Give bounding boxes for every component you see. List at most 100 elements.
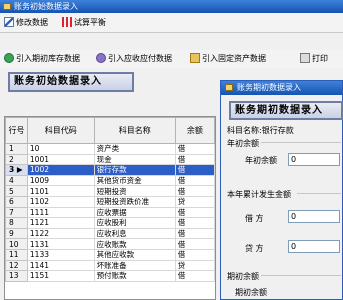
table-row[interactable]: 2 1001 现金借 bbox=[5, 153, 215, 166]
account-code-cell[interactable]: 1151 bbox=[26, 270, 95, 282]
table-row[interactable]: 11 1133 其他应收款借 bbox=[5, 248, 215, 261]
row-number-cell[interactable]: 8 bbox=[5, 217, 28, 229]
import-icon bbox=[96, 53, 106, 63]
import-toolbar: 引入期初库存数据 引入应收应付数据 引入固定资产数据 打印 bbox=[0, 50, 343, 68]
account-name-cell[interactable]: 预付账款 bbox=[93, 270, 176, 282]
account-name-cell[interactable]: 短期投资跌价准 bbox=[93, 195, 176, 208]
account-name-cell[interactable]: 应收股利 bbox=[93, 217, 176, 229]
main-toolbar: 修改数据 试算平衡 bbox=[0, 13, 343, 33]
account-name-cell[interactable]: 其他货币资金 bbox=[93, 174, 176, 187]
grid-header-row: 行号 科目代码 科目名称 余额 bbox=[5, 117, 215, 144]
window-title: 账务初始数据录入 bbox=[14, 2, 78, 11]
table-row[interactable]: 6 1102 短期投资跌价准贷 bbox=[5, 195, 215, 208]
account-name-cell[interactable]: 银行存款 bbox=[93, 164, 176, 176]
account-table: 行号 科目代码 科目名称 余额 1 10 资产类借 2 1001 现金借 3 ▶ 1002 银行… bbox=[5, 117, 215, 282]
account-name-cell[interactable]: 短期投资 bbox=[93, 185, 176, 197]
table-row[interactable]: 1 10 资产类借 bbox=[5, 143, 215, 155]
account-name-cell[interactable]: 应收票据 bbox=[93, 206, 176, 219]
row-number-cell[interactable]: 11 bbox=[5, 248, 28, 261]
credit-input[interactable]: 0 bbox=[288, 240, 340, 253]
import-fixed-assets-label: 引入固定资产数据 bbox=[202, 54, 266, 63]
account-name-cell[interactable]: 应收账款 bbox=[93, 238, 176, 250]
dialog-title-bar: 账务期初数据录入 bbox=[221, 81, 342, 95]
row-number-cell[interactable]: 3 ▶ bbox=[5, 164, 28, 176]
trial-balance-label: 试算平衡 bbox=[74, 18, 106, 27]
balance-direction-cell[interactable]: 借 bbox=[174, 217, 215, 229]
dialog-title: 账务期初数据录入 bbox=[237, 83, 301, 92]
account-code-cell[interactable]: 1121 bbox=[26, 217, 95, 229]
opening-balance-input[interactable]: 0 bbox=[288, 153, 340, 166]
balance-direction-cell[interactable]: 借 bbox=[174, 164, 215, 176]
row-number-cell[interactable]: 5 bbox=[5, 185, 28, 197]
modify-data-button[interactable]: 修改数据 bbox=[4, 16, 48, 30]
table-row[interactable]: 4 1009 其他货币资金借 bbox=[5, 174, 215, 187]
account-code-cell[interactable]: 1101 bbox=[26, 185, 95, 197]
import-fixed-assets-button[interactable]: 引入固定资产数据 bbox=[190, 52, 266, 66]
account-name-cell[interactable]: 应收利息 bbox=[93, 227, 176, 240]
period-balance-label: 期初余额 bbox=[235, 288, 267, 297]
row-number-cell[interactable]: 6 bbox=[5, 195, 28, 208]
table-row[interactable]: 9 1122 应收利息借 bbox=[5, 227, 215, 240]
row-number-cell[interactable]: 13 bbox=[5, 270, 28, 282]
period-group-label: 期初余额 bbox=[227, 272, 259, 281]
print-button[interactable]: 打印 bbox=[300, 52, 328, 66]
edit-icon bbox=[4, 17, 14, 27]
table-row[interactable]: 8 1121 应收股利借 bbox=[5, 217, 215, 229]
account-grid[interactable]: 行号 科目代码 科目名称 余额 1 10 资产类借 2 1001 现金借 3 ▶ 1002 银行… bbox=[4, 116, 216, 300]
account-name-cell[interactable]: 坏账准备 bbox=[93, 259, 176, 272]
section-header: 账务初始数据录入 bbox=[8, 72, 134, 92]
import-receivable-button[interactable]: 引入应收应付数据 bbox=[96, 52, 172, 66]
account-code-cell[interactable]: 1133 bbox=[26, 248, 95, 261]
row-number-cell[interactable]: 4 bbox=[5, 174, 28, 187]
balance-direction-cell[interactable]: 贷 bbox=[174, 259, 215, 272]
column-header-row-number[interactable]: 行号 bbox=[5, 117, 28, 144]
row-number-cell[interactable]: 9 bbox=[5, 227, 28, 240]
account-code-cell[interactable]: 1001 bbox=[26, 153, 95, 166]
debit-label: 借 方 bbox=[245, 214, 264, 223]
row-number-cell[interactable]: 7 bbox=[5, 206, 28, 219]
account-code-cell[interactable]: 1009 bbox=[26, 174, 95, 187]
debit-input[interactable]: 0 bbox=[288, 210, 340, 223]
balance-direction-cell[interactable]: 借 bbox=[174, 185, 215, 197]
balance-direction-cell[interactable]: 借 bbox=[174, 153, 215, 166]
account-code-cell[interactable]: 10 bbox=[26, 143, 95, 155]
account-code-cell[interactable]: 1131 bbox=[26, 238, 95, 250]
table-row[interactable]: 7 1111 应收票据借 bbox=[5, 206, 215, 219]
balance-direction-cell[interactable]: 借 bbox=[174, 174, 215, 187]
account-name-cell[interactable]: 现金 bbox=[93, 153, 176, 166]
import-icon bbox=[4, 53, 14, 63]
row-number-cell[interactable]: 2 bbox=[5, 153, 28, 166]
column-header-account-name[interactable]: 科目名称 bbox=[93, 117, 176, 144]
table-row[interactable]: 3 ▶ 1002 银行存款借 bbox=[5, 164, 215, 176]
import-prev-inventory-label: 引入期初库存数据 bbox=[16, 54, 80, 63]
balance-direction-cell[interactable]: 借 bbox=[174, 206, 215, 219]
printer-icon bbox=[300, 53, 310, 63]
balance-direction-cell[interactable]: 贷 bbox=[174, 195, 215, 208]
column-header-account-code[interactable]: 科目代码 bbox=[26, 117, 95, 144]
subject-name-label: 科目名称:银行存款 bbox=[227, 126, 294, 135]
account-code-cell[interactable]: 1111 bbox=[26, 206, 95, 219]
trial-balance-button[interactable]: 试算平衡 bbox=[62, 16, 106, 30]
balance-direction-cell[interactable]: 借 bbox=[174, 143, 215, 155]
table-row[interactable]: 10 1131 应收账款借 bbox=[5, 238, 215, 250]
balance-direction-cell[interactable]: 借 bbox=[174, 270, 215, 282]
import-prev-inventory-button[interactable]: 引入期初库存数据 bbox=[4, 52, 80, 66]
account-code-cell[interactable]: 1141 bbox=[26, 259, 95, 272]
table-row[interactable]: 5 1101 短期投资借 bbox=[5, 185, 215, 197]
row-number-cell[interactable]: 10 bbox=[5, 238, 28, 250]
table-row[interactable]: 13 1151 预付账款借 bbox=[5, 270, 215, 282]
folder-icon bbox=[190, 53, 200, 63]
row-number-cell[interactable]: 12 bbox=[5, 259, 28, 272]
opening-balance-dialog: 账务期初数据录入 账务期初数据录入 科目名称:银行存款 年初余额 年初余额 0 … bbox=[220, 80, 343, 300]
table-row[interactable]: 12 1141 坏账准备贷 bbox=[5, 259, 215, 272]
account-code-cell[interactable]: 1002 bbox=[26, 164, 95, 176]
account-code-cell[interactable]: 1122 bbox=[26, 227, 95, 240]
account-name-cell[interactable]: 资产类 bbox=[93, 143, 176, 155]
balance-direction-cell[interactable]: 借 bbox=[174, 227, 215, 240]
account-code-cell[interactable]: 1102 bbox=[26, 195, 95, 208]
account-name-cell[interactable]: 其他应收款 bbox=[93, 248, 176, 261]
row-number-cell[interactable]: 1 bbox=[5, 143, 28, 155]
balance-direction-cell[interactable]: 借 bbox=[174, 248, 215, 261]
balance-direction-cell[interactable]: 借 bbox=[174, 238, 215, 250]
column-header-balance[interactable]: 余额 bbox=[174, 117, 215, 144]
